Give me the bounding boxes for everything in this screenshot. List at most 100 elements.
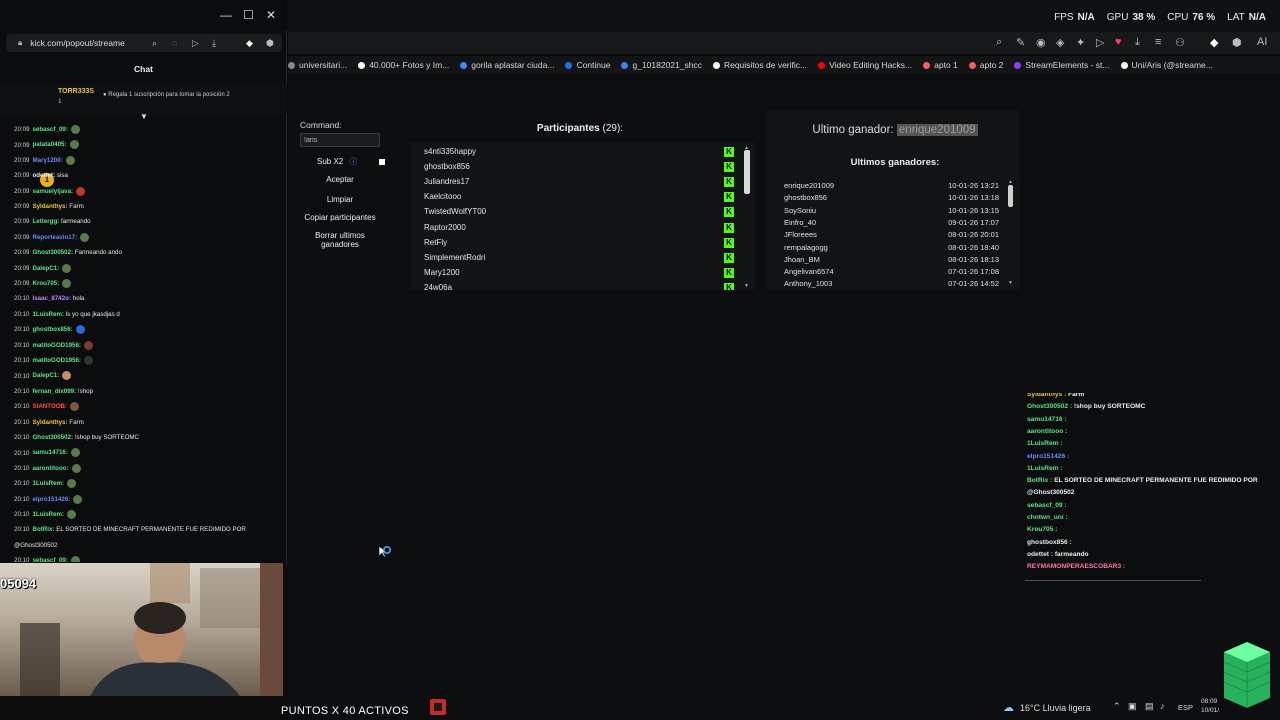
winners-scroll-down-icon[interactable]: ▼ (1008, 280, 1013, 286)
participant-row[interactable]: Kaelcitooo K (424, 192, 744, 207)
bookmark-item[interactable]: Continue (565, 60, 610, 70)
download-icon[interactable]: ⤓ (1135, 36, 1140, 49)
maximize-icon[interactable]: ☐ (243, 8, 254, 22)
participant-row[interactable]: RetFly K (424, 237, 744, 253)
winner-row[interactable]: SoySoniu 10-01-26 13:15 (784, 206, 999, 215)
chat-username[interactable]: matitoGOD1956: (32, 357, 80, 364)
chat-username[interactable]: sebascf_09: (32, 126, 67, 133)
chat-username[interactable]: sebascf_09: (32, 557, 67, 562)
language-indicator[interactable]: ESP (1178, 703, 1193, 712)
chat-username[interactable]: DalepC1: (32, 373, 59, 380)
popup-address-bar[interactable]: 🔒︎ kick.com/popout/streame ⌕ ◌ ▷ ⤓ ◆ ⬢ (6, 34, 282, 52)
chat-username[interactable]: Isaac_8742o: (32, 295, 71, 302)
chat-username[interactable]: odettet: (32, 172, 55, 179)
participant-row[interactable]: Raptor2000 K (424, 222, 744, 238)
shield-icon[interactable]: ◌ (172, 38, 177, 48)
chat-username[interactable]: elpro151426: (32, 496, 70, 503)
ai-icon[interactable]: AI (1257, 36, 1267, 48)
chat-username[interactable]: 1LuisRem: (32, 311, 64, 318)
shield-icon[interactable]: ◈ (1056, 36, 1064, 49)
chat-username[interactable]: fernan_dix099: (32, 388, 76, 395)
chat-username[interactable]: aarontitooo: (32, 465, 68, 472)
participant-row[interactable]: 24w06a K (424, 282, 744, 290)
play-icon[interactable]: ▷ (192, 38, 199, 49)
chat-username[interactable]: samuelyljava: (32, 188, 73, 195)
chat-username[interactable]: Ghost300502: (32, 249, 73, 256)
chat-username[interactable]: Syldanthys: (32, 419, 67, 426)
chat-username[interactable]: SIANTOOB: (32, 403, 67, 410)
play-icon[interactable]: ▷ (1096, 36, 1104, 49)
bookmark-item[interactable]: Uni/Aris (@streame... (1120, 60, 1213, 70)
chat-username[interactable]: Krou705: (32, 280, 59, 287)
camera-icon[interactable]: ◉ (1036, 36, 1046, 49)
winner-row[interactable]: Jhoan_BM 08-01-26 18:13 (784, 255, 999, 264)
participants-scrollbar[interactable] (744, 150, 750, 194)
brave-icon[interactable]: ◆ (246, 38, 253, 49)
bookmark-item[interactable]: apto 1 (923, 60, 958, 70)
chat-username[interactable]: samu14716: (32, 450, 67, 457)
scroll-down-icon[interactable]: ▼ (744, 283, 749, 289)
winner-row[interactable]: Einfro_40 09-01-26 17:07 (784, 218, 999, 227)
command-input[interactable] (300, 133, 380, 147)
brave-icon[interactable]: ◆ (1210, 36, 1218, 49)
clear-button[interactable]: Limpiar (300, 195, 380, 204)
tray-icon[interactable]: ▤ (1145, 701, 1154, 712)
participants-list[interactable]: s4nti335happy Kghostbox856 K Juliandres17 K K… (410, 142, 755, 290)
bookmark-item[interactable]: Requisitos de verific... (712, 60, 807, 70)
chat-username[interactable]: patata0405: (32, 142, 66, 149)
chat-username[interactable]: 1LuisRem: (32, 480, 64, 487)
extension-icon[interactable]: ✦ (1076, 36, 1085, 49)
sub-x2-checkbox[interactable] (379, 158, 386, 165)
volume-icon[interactable]: ♪ (1160, 701, 1165, 711)
chat-username[interactable]: 1LuisRem: (32, 511, 64, 518)
chat-username[interactable]: Lettergg: (32, 218, 59, 225)
collapse-arrow-icon[interactable]: ▼ (140, 112, 148, 121)
download-icon[interactable]: ⤓ (212, 38, 216, 49)
edit-icon[interactable]: ✎ (1016, 36, 1025, 49)
minimize-icon[interactable]: — (220, 8, 232, 22)
bookmark-item[interactable]: gorila aplastar ciuda... (460, 60, 554, 70)
search-icon[interactable]: ⌕ (152, 38, 157, 49)
sub-x2-option[interactable]: Sub X2 ⓘ (300, 156, 390, 167)
tray-icon[interactable]: ▣ (1128, 701, 1137, 712)
winner-row[interactable]: ghostbox856 10-01-26 13:18 (784, 193, 999, 202)
winners-scroll-up-icon[interactable]: ▲ (1008, 179, 1013, 185)
chat-username[interactable]: Mary1200: (32, 157, 62, 164)
winner-row[interactable]: Angelivan6574 07-01-26 17:08 (784, 267, 999, 276)
chevron-up-icon[interactable]: ⌃ (1113, 701, 1121, 712)
chat-username[interactable]: matitoGOD1956: (32, 342, 80, 349)
copy-participants-button[interactable]: Copiar participantes (300, 213, 380, 222)
participant-row[interactable]: TwistedWolfYT00 K (424, 207, 744, 222)
winner-row[interactable]: enrique201009 10-01-26 13:21 (784, 181, 999, 190)
info-icon[interactable]: ⓘ (349, 156, 357, 167)
bookmark-item[interactable]: StreamElements - st... (1014, 60, 1110, 70)
wallet-icon[interactable]: ⬢ (1232, 36, 1242, 49)
winner-row[interactable]: Anthony_1003 07-01-26 14:52 (784, 279, 999, 288)
pinned-gift-banner[interactable]: 1 (0, 84, 287, 187)
participant-row[interactable]: s4nti335happy K (424, 147, 744, 162)
winners-scrollbar[interactable] (1008, 185, 1013, 207)
scroll-up-icon[interactable]: ▲ (744, 145, 749, 151)
participant-row[interactable]: Juliandres17 K (424, 177, 744, 192)
bookmark-item[interactable]: 40.000+ Fotos y Im... (358, 60, 449, 70)
clear-last-winners-button[interactable]: Borrar ultimos ganadores (300, 231, 380, 249)
winner-row[interactable]: JFloreees 08-01-26 20:01 (784, 230, 999, 239)
participant-row[interactable]: ghostbox856 K (424, 162, 744, 177)
search-icon[interactable]: ⌕ (996, 36, 1002, 49)
clock[interactable]: 08:09 10/01/ (1201, 697, 1219, 715)
weather-widget[interactable]: ☁ 16°C Lluvia ligera (1003, 701, 1091, 714)
bookmark-item[interactable]: universitari... (288, 60, 347, 70)
chat-username[interactable]: Reporteavio17: (32, 234, 77, 241)
accept-button[interactable]: Aceptar (300, 175, 380, 184)
taskbar-app-icon[interactable] (430, 699, 446, 715)
chat-username[interactable]: ghostbox856: (32, 326, 72, 333)
chat-username[interactable]: Ghost300502: (32, 434, 73, 441)
bookmark-item[interactable]: apto 2 (968, 60, 1003, 70)
bookmark-item[interactable]: g_10182021_shcc (621, 60, 702, 70)
chat-username[interactable]: DalepC1: (32, 265, 59, 272)
winner-row[interactable]: rempalagogg 08-01-26 18:40 (784, 243, 999, 252)
bookmark-item[interactable]: Video Editing Hacks... (818, 60, 912, 70)
chat-username[interactable]: Syldanthys: (32, 203, 67, 210)
close-icon[interactable]: ✕ (266, 8, 276, 22)
popup-chat-messages[interactable]: 20:09 sebascf_09: 20:09 patata0405: 20:09 Mar… (0, 122, 286, 562)
